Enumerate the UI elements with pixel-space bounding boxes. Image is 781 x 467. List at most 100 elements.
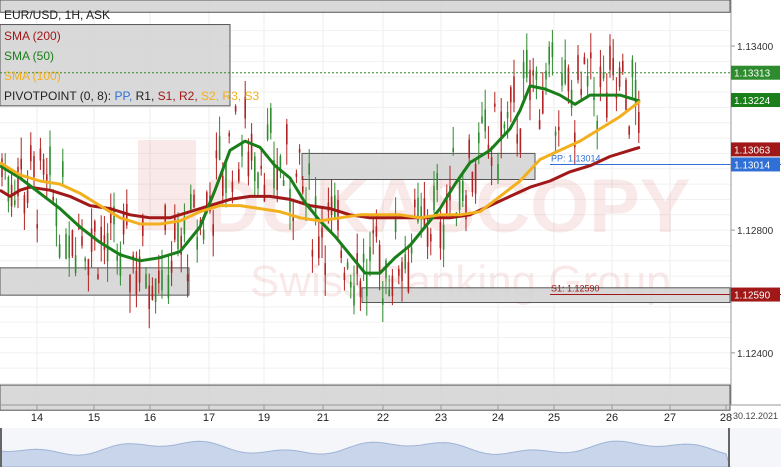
candle-body bbox=[490, 157, 493, 166]
candle-body bbox=[551, 42, 554, 58]
candle-body bbox=[286, 124, 288, 145]
pivot-r1-label: R1, bbox=[135, 89, 155, 103]
candle-body bbox=[90, 228, 93, 252]
time-tick-label: 19 bbox=[258, 412, 270, 424]
candle-body bbox=[567, 67, 570, 92]
candle-body bbox=[7, 177, 10, 202]
symbol-title: EUR/USD, 1H, ASK bbox=[4, 8, 111, 22]
candle-body bbox=[129, 274, 131, 293]
candle-body bbox=[33, 155, 35, 177]
pivot-s3-label: S3 bbox=[244, 89, 260, 103]
candle-body bbox=[366, 274, 368, 297]
candle-body bbox=[558, 126, 560, 131]
candle-body bbox=[372, 230, 374, 234]
candle-body bbox=[583, 57, 586, 65]
candle-body bbox=[346, 262, 349, 269]
candle-body bbox=[404, 254, 406, 269]
candle-body bbox=[628, 126, 630, 135]
candle-body bbox=[154, 278, 157, 303]
candle-body bbox=[538, 120, 541, 130]
candle-body bbox=[519, 128, 522, 153]
candle-body bbox=[343, 272, 346, 281]
candle-body bbox=[631, 59, 634, 78]
candle-body bbox=[510, 87, 512, 103]
candle-body bbox=[151, 285, 154, 300]
price-marker-label: 1.13313 bbox=[734, 69, 771, 80]
legend-symbol: EUR/USD, 1H, ASK bbox=[4, 8, 110, 22]
legend-sma100[interactable]: SMA (100) bbox=[4, 69, 61, 83]
pivot-s1-label: S1, bbox=[157, 89, 176, 103]
candle-body bbox=[23, 195, 26, 214]
candle-body bbox=[298, 149, 301, 153]
time-tick-label: 28 bbox=[720, 412, 732, 424]
candle-body bbox=[167, 275, 170, 299]
candle-body bbox=[158, 270, 160, 284]
navigator-strip[interactable] bbox=[0, 428, 781, 467]
candle-body bbox=[250, 133, 253, 161]
candle-body bbox=[580, 89, 582, 96]
time-tick-label: 24 bbox=[492, 412, 504, 424]
time-tick-label: 25 bbox=[548, 412, 560, 424]
candle-body bbox=[484, 109, 486, 132]
candle-body bbox=[388, 289, 390, 297]
candle-body bbox=[202, 229, 205, 240]
candle-body bbox=[622, 61, 624, 72]
candle-body bbox=[52, 196, 54, 201]
candle-body bbox=[302, 186, 304, 193]
zone-2 bbox=[0, 267, 190, 296]
candle-body bbox=[257, 172, 259, 189]
candle-body bbox=[478, 132, 480, 144]
time-tick-label: 14 bbox=[31, 412, 43, 424]
candle-body bbox=[318, 236, 320, 259]
candle-body bbox=[334, 195, 336, 220]
candle-body bbox=[39, 148, 42, 161]
price-chart[interactable]: DUKASCOPY Swiss Banking Group PP: 1.1301… bbox=[0, 0, 781, 467]
pivot-r2-label: R2, bbox=[179, 89, 198, 103]
legend-sma50[interactable]: SMA (50) bbox=[4, 49, 54, 63]
time-tick-label: 17 bbox=[203, 412, 215, 424]
sma50-label: SMA (50) bbox=[4, 49, 55, 63]
candle-body bbox=[420, 206, 422, 218]
candle-body bbox=[330, 196, 333, 216]
candle-body bbox=[97, 274, 99, 280]
candle-body bbox=[26, 190, 29, 203]
candle-body bbox=[570, 89, 573, 109]
candle-body bbox=[481, 116, 483, 123]
legend-sma200[interactable]: SMA (200) bbox=[4, 29, 61, 43]
zone-1 bbox=[301, 152, 536, 180]
candle-body bbox=[46, 174, 48, 181]
candle-body bbox=[474, 163, 477, 194]
candle-body bbox=[30, 145, 32, 162]
candle-body bbox=[340, 250, 342, 258]
price-tick-label: 1.13400 bbox=[737, 42, 774, 53]
candle-body bbox=[58, 244, 61, 258]
legend-pivotpoint[interactable]: PIVOTPOINT (0, 8): PP, R1, S1, R2, S2, R… bbox=[4, 89, 259, 103]
candle-body bbox=[382, 298, 384, 305]
candle-body bbox=[439, 222, 442, 249]
candle-body bbox=[311, 249, 314, 257]
price-tick-label: 1.12800 bbox=[737, 226, 774, 237]
time-tick-label: 16 bbox=[144, 412, 156, 424]
sma200-label: SMA (200) bbox=[4, 29, 61, 43]
price-marker-label: 1.13224 bbox=[734, 96, 771, 107]
candle-body bbox=[68, 235, 70, 259]
candle-body bbox=[590, 52, 592, 59]
candle-body bbox=[190, 194, 192, 210]
candle-body bbox=[148, 285, 150, 309]
candle-body bbox=[241, 144, 243, 157]
candle-body bbox=[14, 200, 16, 205]
candle-body bbox=[234, 106, 237, 112]
candle-body bbox=[254, 156, 256, 182]
candle-body bbox=[350, 281, 352, 288]
candle-body bbox=[36, 224, 38, 229]
candle-body bbox=[599, 66, 602, 88]
candle-body bbox=[609, 45, 611, 70]
candle-body bbox=[359, 280, 362, 298]
price-markers: 1.13313 1.13224 1.13063 1.13014 1.12590 bbox=[731, 65, 780, 302]
candle-body bbox=[62, 161, 64, 177]
price-tick-label: 1.12400 bbox=[737, 349, 774, 360]
candle-body bbox=[526, 49, 528, 78]
candle-body bbox=[542, 91, 544, 114]
candle-body bbox=[71, 230, 74, 257]
pivot-r3-label: R3, bbox=[222, 89, 242, 103]
